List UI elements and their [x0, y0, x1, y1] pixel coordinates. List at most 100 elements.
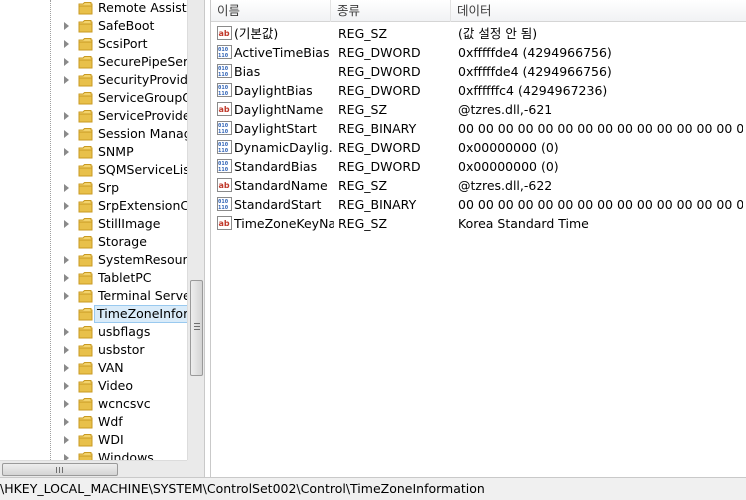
tree-item[interactable]: SystemResource [0, 251, 187, 269]
tree-item[interactable]: SNMP [0, 143, 187, 161]
tree-item[interactable]: ServiceGroupOrc [0, 89, 187, 107]
tree-item[interactable]: WDI [0, 431, 187, 449]
expand-arrow-icon[interactable] [64, 202, 69, 210]
value-name: TimeZoneKeyNa... [234, 216, 334, 231]
expand-arrow-icon[interactable] [64, 184, 69, 192]
tree-item-label: SafeBoot [98, 18, 155, 33]
tree-item[interactable]: SQMServiceList [0, 161, 187, 179]
value-row[interactable]: 010 110 StandardStart REG_BINARY 00 00 00 00… [211, 195, 746, 214]
string-value-icon: ab [217, 102, 232, 116]
tree-horizontal-scroll-thumb[interactable] [2, 463, 118, 476]
registry-tree[interactable]: Remote Assistan SafeBoot ScsiPort SecurePip… [0, 0, 187, 460]
expand-arrow-icon[interactable] [64, 328, 69, 336]
folder-icon [78, 253, 93, 267]
tree-item-label: TabletPC [98, 270, 152, 285]
value-row[interactable]: 010 110 DaylightStart REG_BINARY 00 00 00 00… [211, 119, 746, 138]
tree-item[interactable]: Session Manage [0, 125, 187, 143]
folder-icon [78, 73, 93, 87]
folder-icon [78, 181, 93, 195]
tree-item[interactable]: VAN [0, 359, 187, 377]
tree-item[interactable]: SecurityProvider [0, 71, 187, 89]
value-type: REG_DWORD [338, 45, 421, 60]
expand-arrow-icon[interactable] [64, 436, 69, 444]
tree-item[interactable]: usbflags [0, 323, 187, 341]
column-header-data[interactable]: 데이터 [451, 0, 746, 22]
tree-item[interactable]: TabletPC [0, 269, 187, 287]
column-header-name[interactable]: 이름 [211, 0, 331, 22]
column-header-type[interactable]: 종류 [331, 0, 451, 22]
folder-icon [78, 397, 93, 411]
tree-item[interactable]: Terminal Server [0, 287, 187, 305]
folder-icon [78, 109, 93, 123]
tree-item[interactable]: wcncsvc [0, 395, 187, 413]
tree-item-label: SNMP [98, 144, 134, 159]
tree-vertical-scrollbar[interactable] [187, 0, 204, 460]
tree-item[interactable]: Wdf [0, 413, 187, 431]
folder-icon [78, 271, 93, 285]
registry-tree-pane[interactable]: Remote Assistan SafeBoot ScsiPort SecurePip… [0, 0, 205, 477]
tree-item[interactable]: Remote Assistan [0, 0, 187, 17]
expand-arrow-icon[interactable] [64, 148, 69, 156]
tree-item-label: usbstor [98, 342, 145, 357]
value-data: 0xffffffc4 (4294967236) [458, 83, 608, 98]
tree-item[interactable]: ServiceProvider [0, 107, 187, 125]
tree-item-label: SQMServiceList [98, 162, 187, 177]
tree-item[interactable]: StillImage [0, 215, 187, 233]
value-data: 0x00000000 (0) [458, 140, 559, 155]
column-header: 이름 종류 데이터 [211, 0, 746, 22]
expand-arrow-icon[interactable] [64, 382, 69, 390]
folder-icon [78, 307, 93, 321]
tree-item[interactable]: SecurePipeServe [0, 53, 187, 71]
value-row[interactable]: ab StandardName REG_SZ @tzres.dll,-622 [211, 176, 746, 195]
expand-arrow-icon[interactable] [64, 76, 69, 84]
tree-item-label: ServiceGroupOrc [98, 90, 187, 105]
tree-horizontal-scrollbar[interactable] [0, 460, 187, 477]
tree-item-label: Video [98, 378, 134, 393]
value-row[interactable]: 010 110 ActiveTimeBias REG_DWORD 0xfffffde4 … [211, 43, 746, 62]
expand-arrow-icon[interactable] [64, 400, 69, 408]
value-row[interactable]: 010 110 Bias REG_DWORD 0xfffffde4 (429496675… [211, 62, 746, 81]
status-bar: \HKEY_LOCAL_MACHINE\SYSTEM\ControlSet002… [0, 477, 746, 500]
value-row[interactable]: 010 110 DaylightBias REG_DWORD 0xffffffc4 (4… [211, 81, 746, 100]
folder-icon [78, 37, 93, 51]
folder-icon [78, 451, 93, 460]
expand-arrow-icon[interactable] [64, 130, 69, 138]
value-row[interactable]: 010 110 StandardBias REG_DWORD 0x00000000 (0… [211, 157, 746, 176]
tree-item[interactable]: TimeZoneInform [0, 305, 187, 323]
expand-arrow-icon[interactable] [64, 256, 69, 264]
svg-text:ab: ab [219, 29, 230, 38]
tree-item-label: usbflags [98, 324, 151, 339]
value-name: StandardBias [234, 159, 318, 174]
value-row[interactable]: ab DaylightName REG_SZ @tzres.dll,-621 [211, 100, 746, 119]
registry-values-pane[interactable]: 이름 종류 데이터 ab (기본값) REG_SZ (값 설정 안 됨) 010 110 A… [210, 0, 746, 477]
expand-arrow-icon[interactable] [64, 220, 69, 228]
tree-item[interactable]: usbstor [0, 341, 187, 359]
folder-icon [78, 217, 93, 231]
tree-item[interactable]: Srp [0, 179, 187, 197]
value-row[interactable]: ab (기본값) REG_SZ (값 설정 안 됨) [211, 24, 746, 43]
expand-arrow-icon[interactable] [64, 418, 69, 426]
tree-item[interactable]: Storage [0, 233, 187, 251]
tree-item[interactable]: SrpExtensionCor [0, 197, 187, 215]
expand-arrow-icon[interactable] [64, 346, 69, 354]
tree-item[interactable]: SafeBoot [0, 17, 187, 35]
value-row[interactable]: 010 110 DynamicDaylig... REG_DWORD 0x0000000… [211, 138, 746, 157]
tree-item[interactable]: Video [0, 377, 187, 395]
tree-item[interactable]: ScsiPort [0, 35, 187, 53]
expand-arrow-icon[interactable] [64, 364, 69, 372]
folder-icon [78, 127, 93, 141]
tree-item-label: VAN [98, 360, 124, 375]
tree-vertical-scroll-thumb[interactable] [190, 280, 203, 376]
value-row[interactable]: ab TimeZoneKeyNa... REG_SZ Korea Standard T… [211, 214, 746, 233]
binary-value-icon: 010 110 [217, 83, 232, 97]
expand-arrow-icon[interactable] [64, 112, 69, 120]
value-data: 0x00000000 (0) [458, 159, 559, 174]
expand-arrow-icon[interactable] [64, 58, 69, 66]
value-name: Bias [234, 64, 261, 79]
expand-arrow-icon[interactable] [64, 22, 69, 30]
expand-arrow-icon[interactable] [64, 274, 69, 282]
expand-arrow-icon[interactable] [64, 292, 69, 300]
tree-item[interactable]: Windows [0, 449, 187, 460]
expand-arrow-icon[interactable] [64, 40, 69, 48]
value-type: REG_SZ [338, 178, 388, 193]
